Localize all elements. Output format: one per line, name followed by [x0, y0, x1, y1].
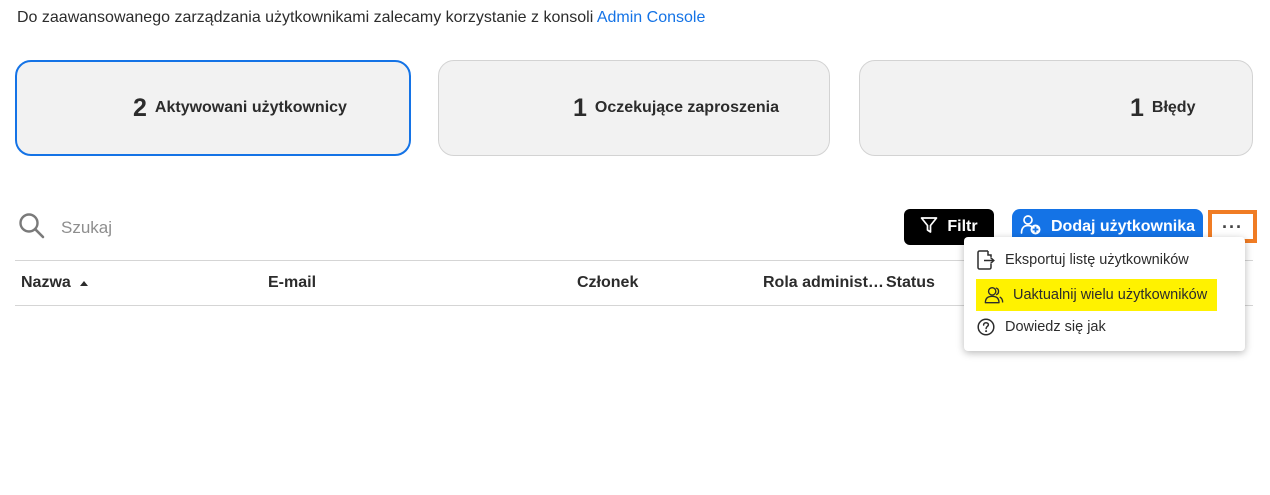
column-header-status[interactable]: Status	[886, 274, 935, 292]
card-label: Błędy	[1151, 99, 1196, 116]
column-header-member[interactable]: Członek	[577, 274, 638, 292]
card-label: Aktywowani użytkownicy	[154, 99, 347, 116]
card-count: 1	[1130, 93, 1144, 122]
column-label: Nazwa	[21, 274, 71, 291]
users-icon	[984, 285, 1004, 305]
card-label: Oczekujące zaproszenia	[594, 99, 779, 116]
intro-text: Do zaawansowanego zarządzania użytkownik…	[17, 9, 705, 27]
search-input[interactable]: Szukaj	[61, 218, 112, 238]
filter-label: Filtr	[947, 218, 978, 235]
menu-item-bulk-update[interactable]: Uaktualnij wielu użytkowników	[976, 279, 1218, 311]
search-icon	[18, 212, 45, 244]
menu-item-label: Dowiedz się jak	[1005, 319, 1106, 335]
menu-item-label: Uaktualnij wielu użytkowników	[1013, 287, 1208, 303]
menu-item-label: Eksportuj listę użytkowników	[1005, 252, 1189, 268]
filter-icon	[920, 216, 947, 239]
search-field[interactable]: Szukaj	[18, 212, 112, 244]
column-header-email[interactable]: E-mail	[268, 274, 316, 292]
export-icon	[976, 250, 996, 270]
card-pending-invitations[interactable]: 1 Oczekujące zaproszenia	[438, 60, 830, 156]
card-count: 1	[573, 93, 587, 122]
intro-message: Do zaawansowanego zarządzania użytkownik…	[17, 9, 594, 26]
more-actions-menu: Eksportuj listę użytkowników Uaktualnij …	[964, 237, 1245, 351]
add-user-label: Dodaj użytkownika	[1050, 218, 1196, 235]
help-icon	[976, 317, 996, 337]
menu-item-export[interactable]: Eksportuj listę użytkowników	[976, 247, 1189, 273]
more-icon: ···	[1222, 216, 1243, 237]
menu-item-learn-how[interactable]: Dowiedz się jak	[976, 314, 1106, 340]
card-errors[interactable]: 1 Błędy	[859, 60, 1253, 156]
admin-console-link[interactable]: Admin Console	[597, 9, 706, 26]
card-active-users[interactable]: 2 Aktywowani użytkownicy	[15, 60, 411, 156]
card-count: 2	[133, 93, 147, 122]
sort-ascending-icon	[75, 274, 89, 291]
column-header-admin-role[interactable]: Rola administ…	[763, 274, 884, 292]
column-header-name[interactable]: Nazwa	[21, 274, 89, 292]
